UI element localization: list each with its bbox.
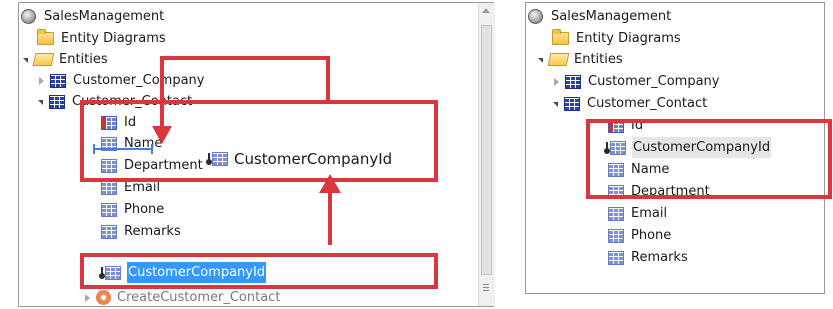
node-label: Email — [631, 206, 668, 221]
node-label: Entities — [574, 52, 623, 67]
entity-icon — [565, 74, 581, 89]
node-label: Entity Diagrams — [576, 31, 681, 46]
tree-node-entity-diagrams[interactable]: Entity Diagrams — [552, 28, 682, 49]
node-label: Customer_Contact — [587, 96, 708, 111]
node-label: Remarks — [631, 250, 688, 265]
source-highlight-box — [80, 253, 438, 289]
node-label: SalesManagement — [551, 9, 672, 24]
attribute-icon — [608, 250, 624, 265]
folder-icon — [552, 29, 569, 45]
node-label: Phone — [631, 228, 672, 243]
result-highlight-box — [586, 119, 832, 199]
entity-icon — [564, 96, 580, 111]
tree-node-customer-company[interactable]: Customer_Company — [554, 71, 721, 92]
tree-node-attr-phone[interactable]: Phone — [608, 225, 672, 246]
tree-node-attr-remarks[interactable]: Remarks — [608, 247, 689, 268]
target-highlight-box — [80, 100, 438, 182]
tree-node-entities[interactable]: Entities — [538, 49, 624, 70]
node-label: Customer_Company — [588, 74, 720, 89]
tree-node-root[interactable]: SalesManagement — [528, 6, 672, 27]
database-icon — [528, 9, 543, 24]
expand-arrow-icon[interactable] — [553, 102, 558, 107]
attribute-icon — [608, 228, 624, 243]
attribute-icon — [608, 206, 624, 221]
tree-node-customer-contact[interactable]: Customer_Contact — [553, 93, 708, 114]
collapse-arrow-icon[interactable] — [554, 77, 559, 86]
expand-arrow-icon[interactable] — [538, 58, 543, 63]
open-folder-icon — [547, 53, 570, 66]
tree-node-attr-email[interactable]: Email — [608, 203, 668, 224]
